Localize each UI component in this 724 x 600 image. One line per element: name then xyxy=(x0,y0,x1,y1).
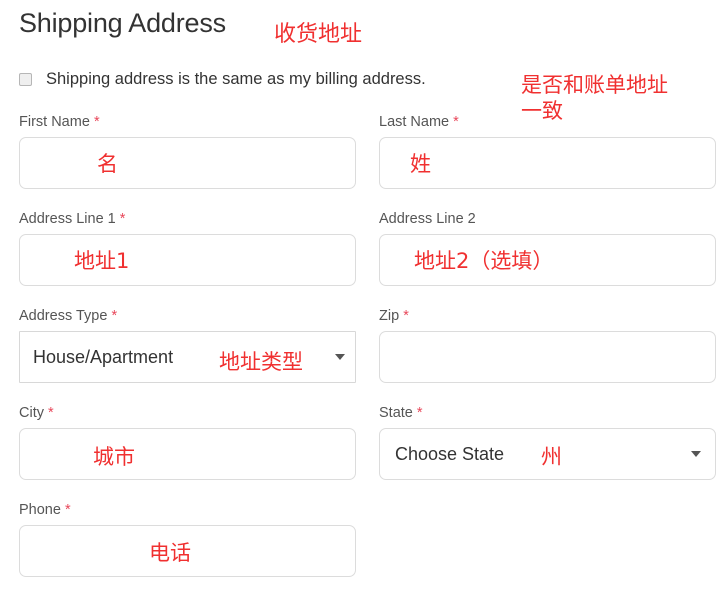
required-asterisk: * xyxy=(64,502,71,518)
billing-same-checkbox-label: Shipping address is the same as my billi… xyxy=(46,70,426,88)
city-input[interactable] xyxy=(19,428,356,480)
required-asterisk: * xyxy=(453,114,459,130)
field-last-name: Last Name * xyxy=(379,114,716,189)
chevron-down-icon xyxy=(335,354,345,360)
last-name-input[interactable] xyxy=(379,137,716,189)
address-type-label-text: Address Type xyxy=(19,308,108,324)
address-line-1-label-text: Address Line 1 xyxy=(19,211,116,227)
shipping-address-form-page: Shipping Address 收货地址 Shipping address i… xyxy=(0,0,724,600)
state-select[interactable]: Choose State xyxy=(379,428,716,480)
billing-same-checkbox-row[interactable]: Shipping address is the same as my billi… xyxy=(19,70,426,89)
first-name-label: First Name * xyxy=(19,114,356,131)
city-label: City * xyxy=(19,405,356,422)
field-first-name: First Name * xyxy=(19,114,356,189)
annotation-title: 收货地址 xyxy=(274,22,363,47)
address-type-selected-value: House/Apartment xyxy=(33,346,174,367)
address-type-select[interactable]: House/Apartment xyxy=(19,331,356,383)
zip-label-text: Zip xyxy=(379,308,400,324)
required-asterisk: * xyxy=(416,405,423,421)
field-address-type: Address Type * House/Apartment xyxy=(19,308,356,383)
phone-input[interactable] xyxy=(19,525,356,577)
phone-label-text: Phone xyxy=(19,502,61,518)
zip-input[interactable] xyxy=(379,331,716,383)
address-line-2-input[interactable] xyxy=(379,234,716,286)
field-city: City * xyxy=(19,405,356,480)
last-name-label-text: Last Name xyxy=(379,114,450,130)
state-selected-value: Choose State xyxy=(395,443,505,464)
required-asterisk: * xyxy=(119,211,126,227)
address-line-2-label-text: Address Line 2 xyxy=(379,211,476,227)
address-line-1-label: Address Line 1 * xyxy=(19,211,356,228)
required-asterisk: * xyxy=(93,114,100,130)
first-name-input[interactable] xyxy=(19,137,356,189)
address-type-label: Address Type * xyxy=(19,308,356,325)
required-asterisk: * xyxy=(48,405,54,421)
zip-label: Zip * xyxy=(379,308,716,325)
page-title: Shipping Address xyxy=(19,8,226,38)
required-asterisk: * xyxy=(403,308,409,324)
last-name-label: Last Name * xyxy=(379,114,716,131)
city-label-text: City xyxy=(19,405,44,421)
required-asterisk: * xyxy=(111,308,118,324)
field-address-line-1: Address Line 1 * xyxy=(19,211,356,286)
billing-same-checkbox[interactable] xyxy=(19,73,32,86)
phone-label: Phone * xyxy=(19,502,356,519)
first-name-label-text: First Name xyxy=(19,114,90,130)
field-state: State * Choose State xyxy=(379,405,716,480)
state-label: State * xyxy=(379,405,716,422)
field-phone: Phone * xyxy=(19,502,356,577)
field-address-line-2: Address Line 2 xyxy=(379,211,716,286)
chevron-down-icon xyxy=(691,451,701,457)
address-line-1-input[interactable] xyxy=(19,234,356,286)
state-label-text: State xyxy=(379,405,413,421)
address-line-2-label: Address Line 2 xyxy=(379,211,716,228)
field-zip: Zip * xyxy=(379,308,716,383)
